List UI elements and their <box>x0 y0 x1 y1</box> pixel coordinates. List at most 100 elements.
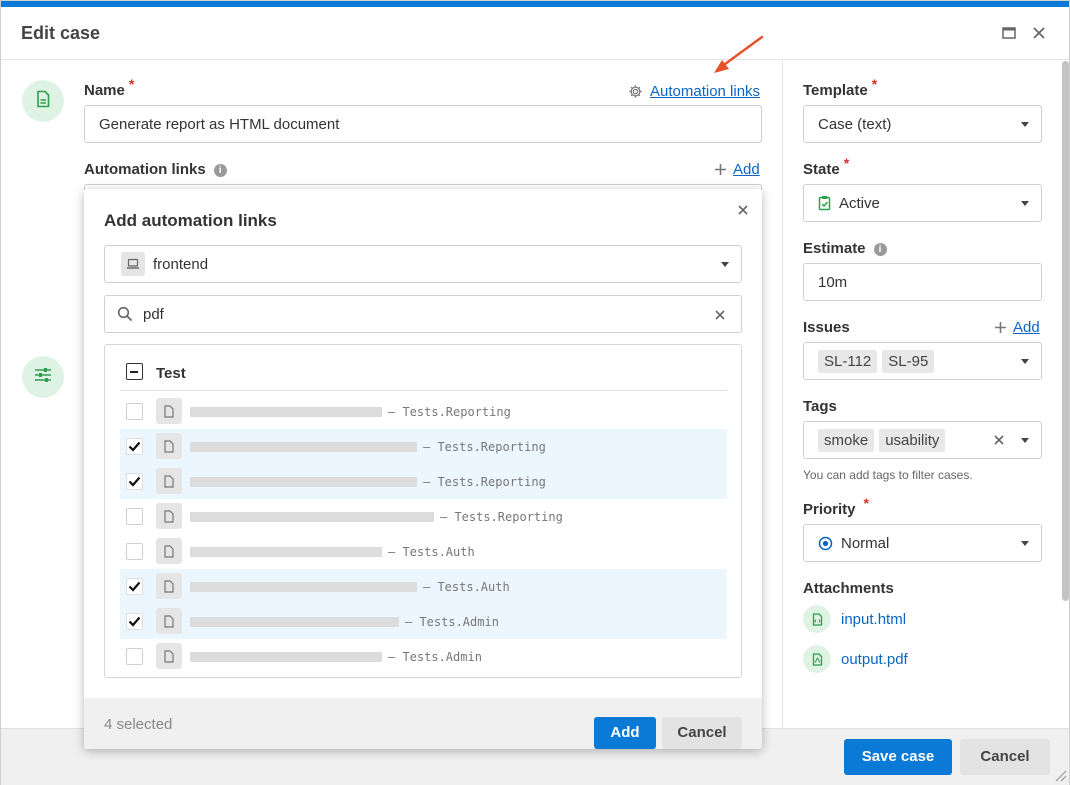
attachments-label: Attachments <box>803 580 894 597</box>
add-issue-text[interactable]: Add <box>1013 319 1040 336</box>
row-checkbox[interactable] <box>126 543 143 560</box>
file-icon <box>156 538 182 564</box>
issues-select[interactable]: SL-112 SL-95 <box>803 342 1042 380</box>
source-select[interactable]: frontend <box>104 245 742 283</box>
chevron-down-icon <box>1021 438 1029 443</box>
automation-links-header-link[interactable]: Automation links <box>628 83 760 100</box>
radio-dot-icon <box>818 536 833 551</box>
file-icon <box>156 573 182 599</box>
dialog-title: Edit case <box>21 23 101 43</box>
row-checkbox[interactable] <box>126 438 143 455</box>
redacted-test-name <box>190 547 382 557</box>
estimate-label: Estimate i <box>803 240 887 257</box>
row-checkbox[interactable] <box>126 403 143 420</box>
file-icon <box>156 608 182 634</box>
case-file-badge <box>22 80 64 122</box>
list-item[interactable]: – Tests.Reporting <box>120 394 727 429</box>
checkmark-icon <box>128 476 141 487</box>
clear-tags-icon[interactable] <box>993 434 1005 446</box>
info-icon: i <box>873 243 887 256</box>
attachment-link[interactable]: output.pdf <box>841 651 908 668</box>
popup-footer: 4 selected Add Cancel <box>84 698 762 749</box>
priority-label: Priority * <box>803 495 869 518</box>
required-mark: * <box>128 76 135 92</box>
popup-cancel-button[interactable]: Cancel <box>662 717 742 749</box>
list-item[interactable]: – Tests.Reporting <box>120 499 727 534</box>
clear-search-icon[interactable] <box>714 309 726 321</box>
template-label: Template * <box>803 76 878 99</box>
clipboard-check-icon <box>818 195 831 211</box>
list-item[interactable]: – Tests.Auth <box>120 534 727 569</box>
selected-count: 4 selected <box>104 716 173 733</box>
maximize-icon[interactable] <box>999 23 1019 43</box>
test-class-name: – Tests.Auth <box>388 545 475 559</box>
name-input[interactable]: Generate report as HTML document <box>84 105 762 143</box>
close-icon[interactable] <box>1029 23 1049 43</box>
search-value: pdf <box>143 305 164 323</box>
search-input[interactable]: pdf <box>104 295 742 333</box>
scrollbar[interactable] <box>1062 61 1069 601</box>
template-select[interactable]: Case (text) <box>803 105 1042 143</box>
estimate-input[interactable]: 10m <box>803 263 1042 301</box>
redacted-test-name <box>190 652 382 662</box>
required-mark: * <box>843 155 850 171</box>
steps-badge <box>22 356 64 398</box>
row-checkbox[interactable] <box>126 508 143 525</box>
list-item[interactable]: – Tests.Auth <box>120 569 727 604</box>
file-icon <box>803 605 831 633</box>
add-issue-button[interactable]: Add <box>994 319 1040 336</box>
test-class-name: – Tests.Reporting <box>388 405 511 419</box>
file-icon <box>156 503 182 529</box>
state-select[interactable]: Active <box>803 184 1042 222</box>
test-class-name: – Tests.Admin <box>405 615 499 629</box>
tag-chip[interactable]: usability <box>879 428 946 452</box>
redacted-test-name <box>190 582 417 592</box>
row-checkbox[interactable] <box>126 578 143 595</box>
test-class-name: – Tests.Reporting <box>423 440 546 454</box>
test-class-name: – Tests.Auth <box>423 580 510 594</box>
redacted-test-name <box>190 477 417 487</box>
tags-select[interactable]: smoke usability <box>803 421 1042 459</box>
add-automation-link-button[interactable]: Add <box>714 161 760 178</box>
list-item[interactable]: – Tests.Admin <box>120 604 727 639</box>
select-all-checkbox[interactable] <box>126 363 143 380</box>
issue-chip[interactable]: SL-95 <box>882 349 935 373</box>
file-icon <box>156 398 182 424</box>
chevron-down-icon <box>721 262 729 267</box>
cancel-button[interactable]: Cancel <box>960 739 1050 775</box>
required-mark: * <box>863 495 869 511</box>
arrow-annotation-icon <box>711 33 767 82</box>
attachment-item[interactable]: input.html <box>803 605 906 633</box>
popup-title: Add automation links <box>104 211 277 230</box>
row-checkbox[interactable] <box>126 473 143 490</box>
chevron-down-icon <box>1021 541 1029 546</box>
row-checkbox[interactable] <box>126 648 143 665</box>
gear-icon <box>628 84 643 99</box>
list-item[interactable]: – Tests.Reporting <box>120 429 727 464</box>
tests-list: Test – Tests.Reporting – Tests.Reporting –… <box>104 344 742 678</box>
checkmark-icon <box>128 616 141 627</box>
file-icon <box>35 90 51 113</box>
priority-select[interactable]: Normal <box>803 524 1042 562</box>
issue-chip[interactable]: SL-112 <box>818 349 878 373</box>
priority-value: Normal <box>841 534 890 552</box>
attachment-item[interactable]: output.pdf <box>803 645 908 673</box>
list-header-label: Test <box>156 365 186 382</box>
row-checkbox[interactable] <box>126 613 143 630</box>
resize-grip-icon[interactable] <box>1053 768 1067 785</box>
list-item[interactable]: – Tests.Reporting <box>120 464 727 499</box>
add-link-text[interactable]: Add <box>733 161 760 178</box>
list-header: Test <box>120 359 727 391</box>
file-icon <box>156 468 182 494</box>
test-class-name: – Tests.Admin <box>388 650 482 664</box>
popup-add-button[interactable]: Add <box>594 717 656 749</box>
automation-links-label: Automation links i <box>84 161 227 178</box>
save-case-button[interactable]: Save case <box>844 739 952 775</box>
tag-chip[interactable]: smoke <box>818 428 875 452</box>
column-divider <box>782 61 783 728</box>
automation-links-link-text[interactable]: Automation links <box>650 83 760 100</box>
close-icon[interactable] <box>736 203 750 217</box>
list-item[interactable]: – Tests.Admin <box>120 639 727 674</box>
attachment-link[interactable]: input.html <box>841 611 906 628</box>
name-label: Name * <box>84 76 135 99</box>
